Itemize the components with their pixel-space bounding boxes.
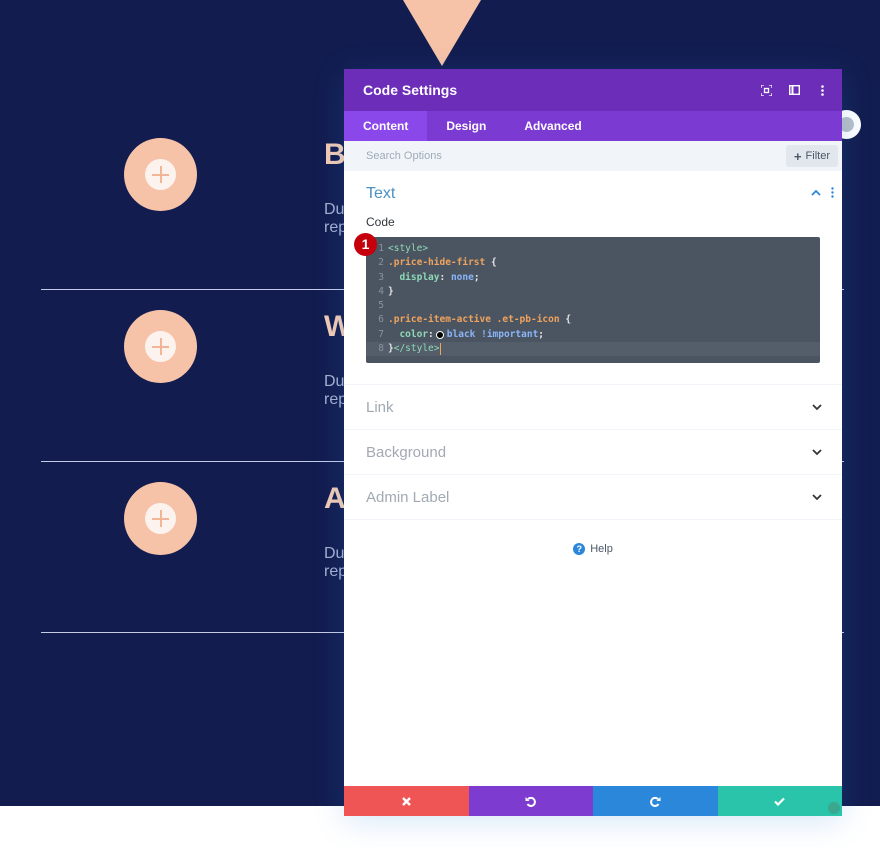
search-bar: + Filter	[344, 141, 842, 171]
code-editor[interactable]: 1 <style> 2 .price-hide-first { 3 display:…	[366, 237, 820, 363]
code-line: 6 .price-item-active .et-pb-icon {	[378, 314, 572, 326]
filter-button[interactable]: + Filter	[785, 145, 838, 167]
row-title: B	[324, 138, 346, 171]
split-view-icon[interactable]	[780, 69, 808, 111]
plus-circle-icon[interactable]	[124, 138, 197, 211]
modal-footer	[344, 786, 842, 816]
row-desc-line: rep	[324, 391, 344, 408]
more-vertical-icon[interactable]	[808, 69, 836, 111]
plus-circle-icon[interactable]	[124, 310, 197, 383]
code-line: 4}	[378, 285, 394, 297]
tab-content[interactable]: Content	[344, 111, 428, 141]
row-title: A	[324, 482, 346, 515]
modal-header[interactable]: Code Settings	[344, 69, 842, 111]
section-title-background: Background	[366, 443, 447, 461]
code-line: 2 .price-hide-first {	[378, 257, 497, 269]
chevron-down-icon	[812, 404, 822, 411]
search-options-input[interactable]	[366, 150, 786, 162]
tab-bar: Content Design Advanced	[344, 111, 842, 141]
code-line: 1 <style>	[378, 243, 429, 254]
chevron-down-icon	[812, 449, 822, 456]
focus-icon[interactable]	[752, 69, 780, 111]
section-background[interactable]: Background	[344, 430, 842, 475]
section-title-link: Link	[366, 398, 394, 416]
section-title-text[interactable]: Text	[366, 185, 842, 203]
check-icon	[774, 797, 786, 806]
code-line: 5	[378, 300, 384, 312]
row-desc-line: rep	[324, 563, 344, 580]
section-title-admin-label: Admin Label	[366, 488, 450, 506]
chevron-down-icon	[812, 494, 822, 501]
code-settings-modal: Code Settings Content Design Advanced + …	[344, 69, 842, 816]
help-icon: ?	[573, 543, 586, 555]
text-cursor	[439, 343, 441, 356]
row-desc-line: Du	[324, 201, 344, 218]
filter-label: Filter	[805, 150, 830, 162]
plus-icon: +	[793, 148, 802, 164]
row-desc-line: Du	[324, 545, 344, 562]
redo-icon	[649, 796, 661, 807]
help-link[interactable]: ? Help	[344, 543, 842, 555]
chevron-up-icon[interactable]	[811, 189, 821, 196]
code-line: 7 color: black !important;	[378, 328, 545, 340]
resize-handle[interactable]	[828, 802, 840, 814]
row-title: W	[324, 310, 346, 343]
save-button[interactable]	[717, 786, 842, 816]
redo-button[interactable]	[593, 786, 718, 816]
help-label: Help	[590, 543, 613, 555]
undo-icon	[525, 796, 537, 807]
tab-advanced[interactable]: Advanced	[505, 111, 600, 141]
more-vertical-icon[interactable]	[831, 187, 834, 198]
close-icon	[401, 796, 411, 806]
color-swatch[interactable]	[435, 330, 444, 339]
row-desc-line: rep	[324, 219, 344, 236]
section-text: Text Code 1 <style> 2 .price-hide-first { …	[344, 171, 842, 385]
undo-button[interactable]	[468, 786, 593, 816]
section-admin-label[interactable]: Admin Label	[344, 475, 842, 520]
modal-title: Code Settings	[363, 82, 458, 98]
step-badge: 1	[354, 233, 377, 256]
code-line: 3 display: none;	[378, 271, 480, 283]
code-field-label: Code	[366, 215, 395, 229]
row-desc-line: Du	[324, 373, 344, 390]
cancel-button[interactable]	[344, 786, 469, 816]
decorative-triangle	[403, 0, 481, 66]
code-line: 8} </style>	[366, 342, 820, 357]
plus-circle-icon[interactable]	[124, 482, 197, 555]
tab-design[interactable]: Design	[427, 111, 505, 141]
section-link[interactable]: Link	[344, 385, 842, 430]
